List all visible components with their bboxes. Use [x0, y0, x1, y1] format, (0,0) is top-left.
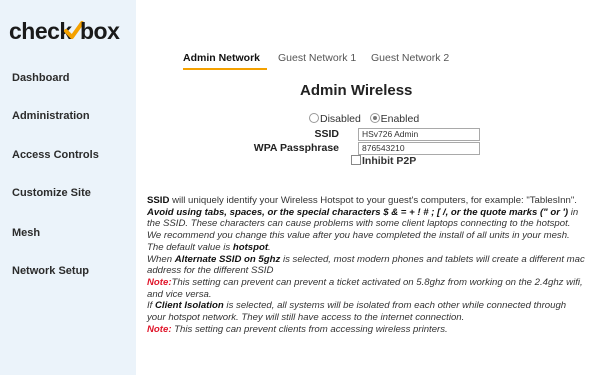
sidebar-item-administration[interactable]: Administration	[12, 110, 90, 122]
help-alt-term: Alternate SSID on 5ghz	[174, 253, 281, 265]
help-paragraph-note-1: Note:This setting can prevent can preven…	[147, 277, 587, 300]
help-alt-pre: When	[147, 253, 175, 265]
help-iso-term: Client Isolation	[155, 300, 224, 312]
disabled-label: Disabled	[320, 113, 361, 125]
help-default-value: hotspot	[232, 241, 269, 253]
help-text: SSID will uniquely identify your Wireles…	[147, 195, 587, 335]
tab-guest-network-2[interactable]: Guest Network 2	[371, 52, 449, 64]
passphrase-input[interactable]: 876543210	[358, 142, 480, 155]
help-ssid-term: SSID	[147, 195, 170, 206]
sidebar-item-network-setup[interactable]: Network Setup	[12, 265, 89, 277]
help-paragraph-isolation: If Client Isolation is selected, all sys…	[147, 300, 587, 323]
enabled-radio[interactable]	[369, 113, 380, 123]
help-paragraph-alternate: When Alternate SSID on 5ghz is selected,…	[147, 254, 587, 277]
help-paragraph-ssid: SSID will uniquely identify your Wireles…	[147, 195, 587, 207]
enabled-label: Enabled	[380, 113, 420, 125]
help-paragraph-note-2: Note: This setting can prevent clients f…	[147, 324, 587, 336]
logo-text-left: check	[9, 18, 72, 44]
disabled-radio[interactable]	[309, 113, 319, 123]
inhibit-p2p-option: Inhibit P2P	[351, 155, 416, 167]
sidebar-item-dashboard[interactable]: Dashboard	[12, 72, 69, 84]
checkbox-logo[interactable]: check box	[9, 14, 131, 48]
help-avoid-end: .	[268, 241, 271, 253]
sidebar-item-mesh[interactable]: Mesh	[12, 227, 40, 239]
help-note-label-2: Note:	[147, 323, 172, 335]
tab-admin-network[interactable]: Admin Network	[183, 52, 260, 64]
help-note-label: Note:	[147, 276, 172, 288]
help-note-text-2: This setting can prevent clients from ac…	[171, 323, 448, 335]
help-ssid-text: will uniquely identify your Wireless Hot…	[169, 195, 577, 206]
logo-text-right: box	[80, 18, 120, 44]
help-avoid-warning: Avoid using tabs, spaces, or the special…	[147, 206, 569, 218]
help-paragraph-avoid: Avoid using tabs, spaces, or the special…	[147, 207, 587, 254]
inhibit-p2p-checkbox[interactable]	[351, 155, 361, 165]
tab-guest-network-1[interactable]: Guest Network 1	[278, 52, 356, 64]
sidebar-item-access-controls[interactable]: Access Controls	[12, 149, 99, 161]
ssid-label: SSID	[314, 128, 339, 140]
ssid-input[interactable]: HSv726 Admin	[358, 128, 480, 141]
help-note-text: This setting can prevent can prevent a t…	[147, 276, 583, 300]
page-title: Admin Wireless	[300, 82, 413, 99]
active-tab-indicator	[183, 68, 267, 70]
help-iso-pre: If	[147, 300, 155, 312]
sidebar-item-customize-site[interactable]: Customize Site	[12, 187, 91, 199]
inhibit-p2p-label: Inhibit P2P	[362, 155, 417, 167]
sidebar: check box Dashboard Administration Acces…	[0, 0, 136, 375]
passphrase-label: WPA Passphrase	[253, 142, 339, 154]
wireless-state-radio-group: Disabled Enabled	[309, 113, 419, 125]
